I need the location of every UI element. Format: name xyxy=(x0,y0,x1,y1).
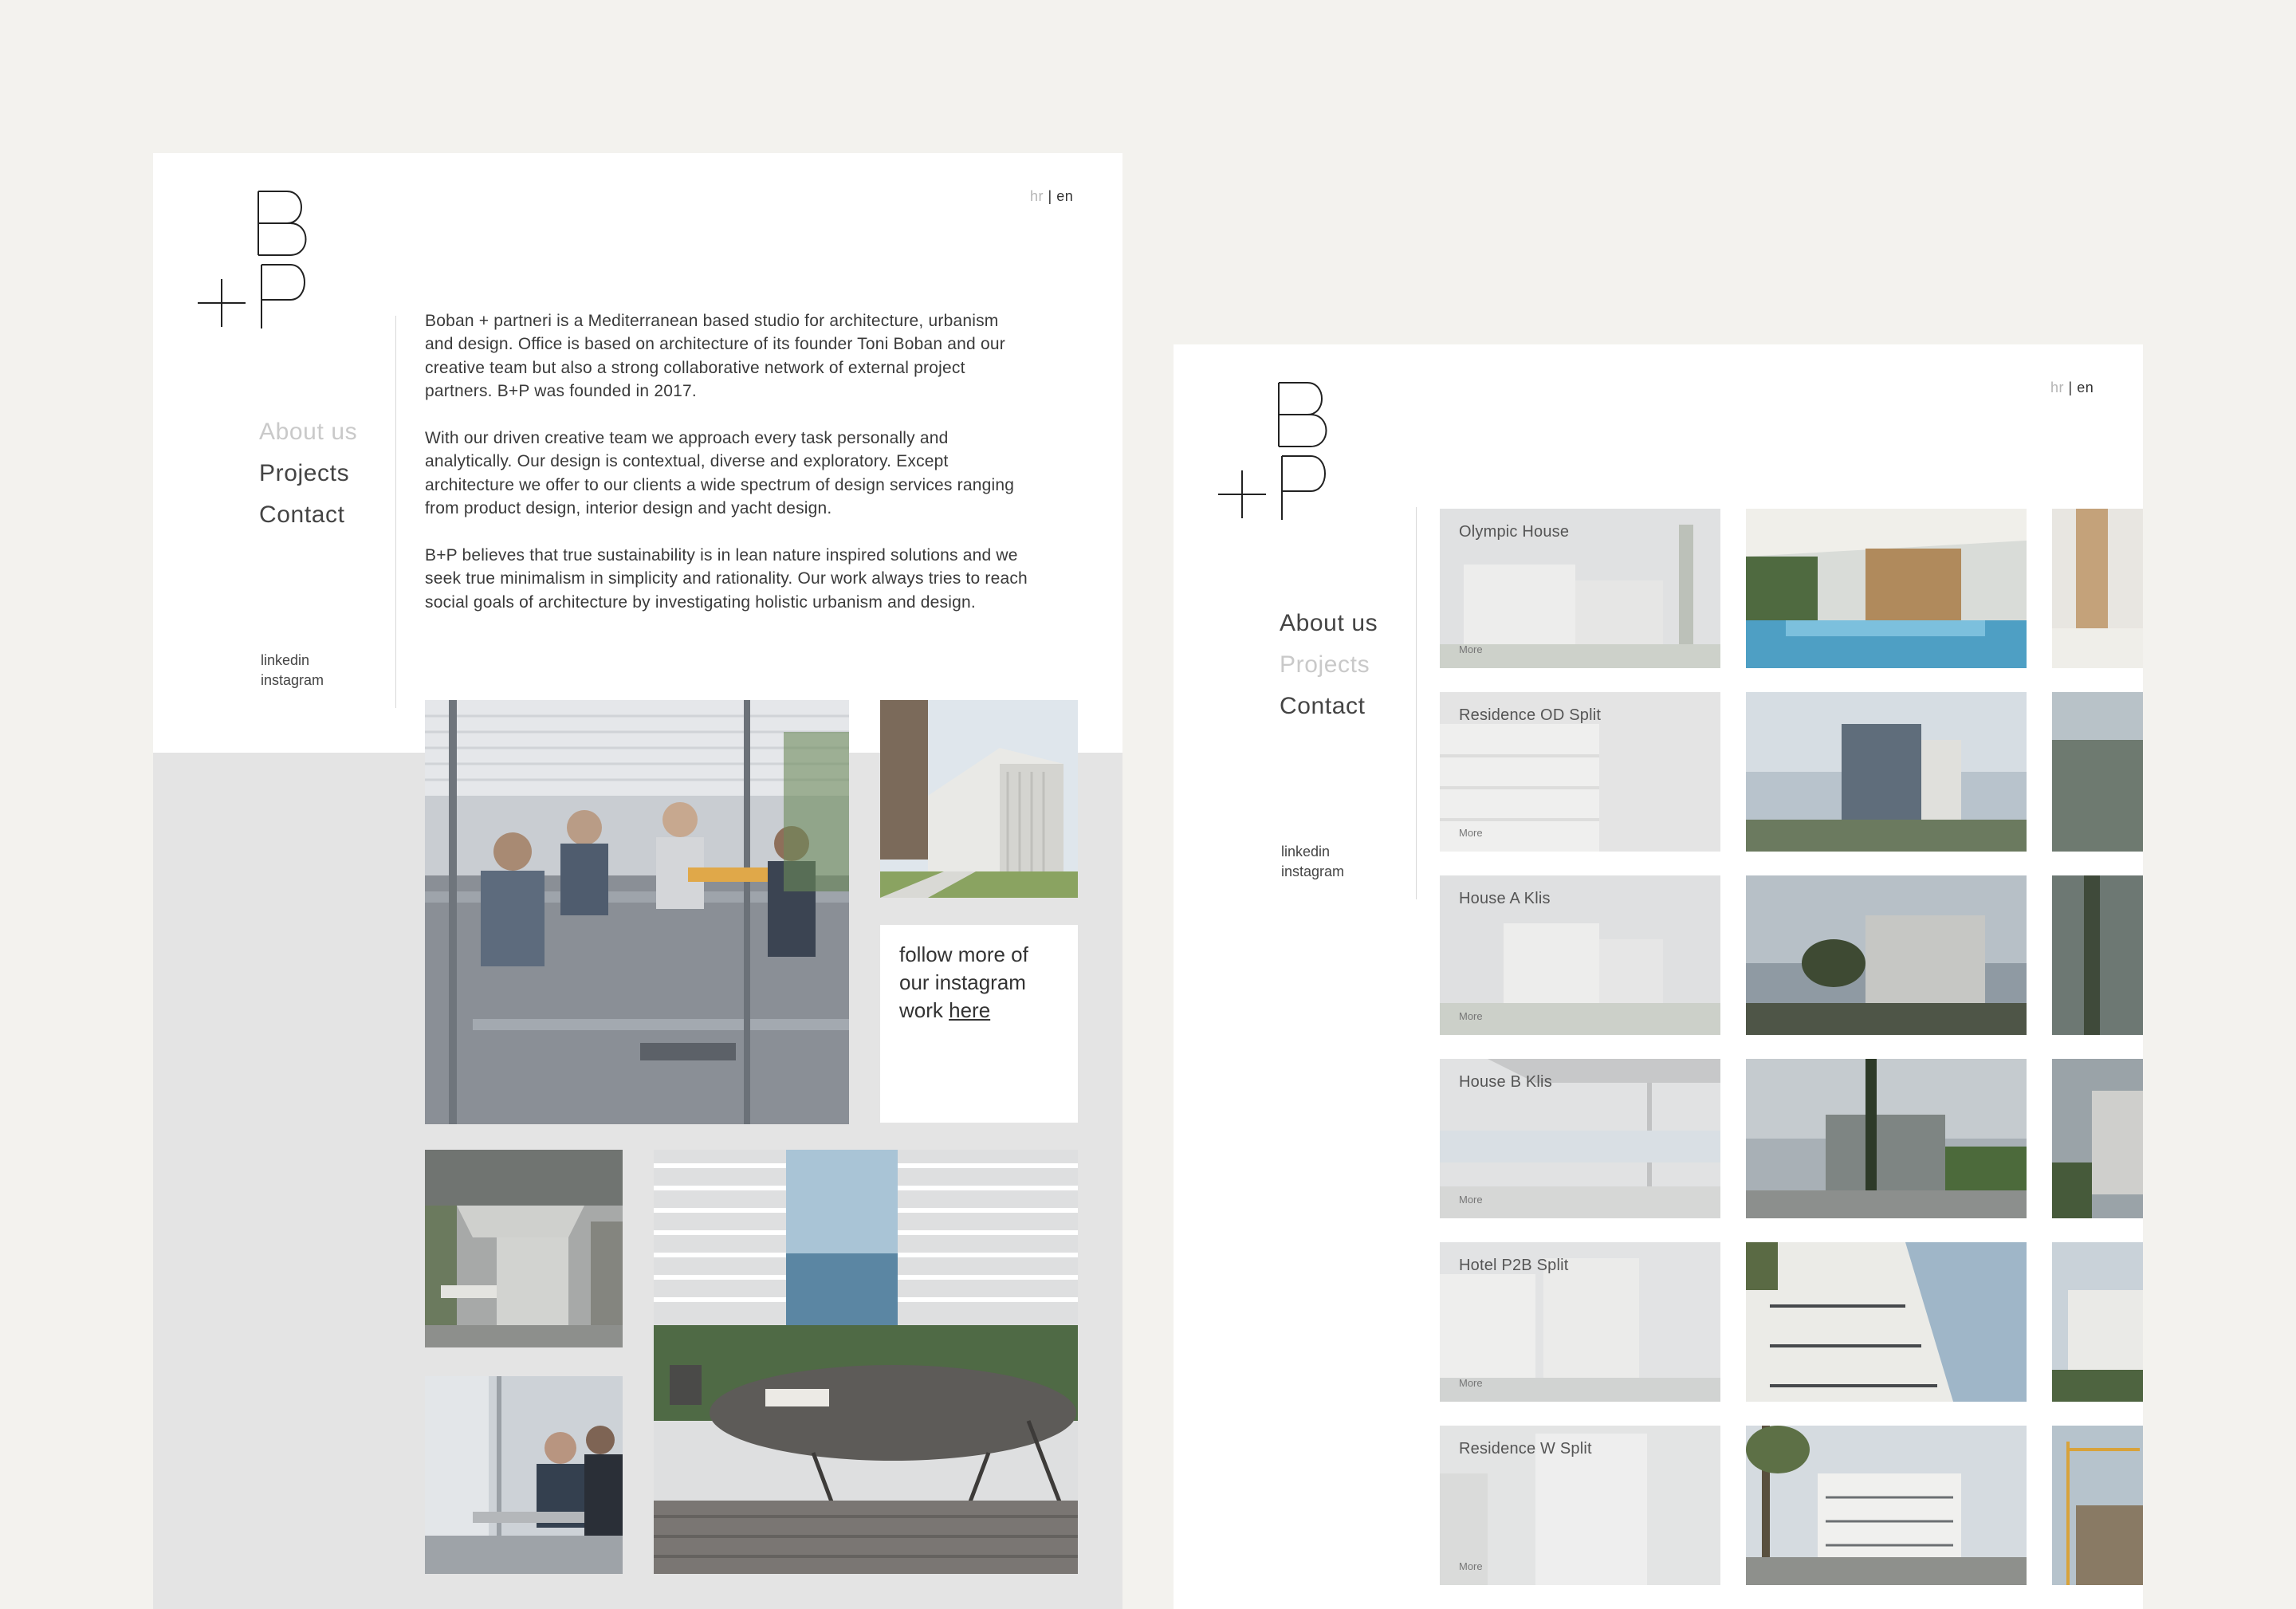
about-paragraph: With our driven creative team we approac… xyxy=(425,429,1015,518)
project-title: Residence W Split xyxy=(1459,1440,1592,1458)
linkedin-link[interactable]: linkedin xyxy=(261,651,324,671)
about-paragraph: B+P believes that true sustainability is… xyxy=(425,546,1028,612)
nav-projects[interactable]: Projects xyxy=(1280,644,1378,686)
nav-divider xyxy=(395,316,396,708)
project-image[interactable] xyxy=(2052,1426,2143,1585)
project-image[interactable] xyxy=(2052,1059,2143,1218)
instagram-link[interactable]: instagram xyxy=(1281,862,1344,882)
project-card[interactable]: Residence OD Split More xyxy=(1440,692,1720,852)
about-page-panel: hr | en About us Projects Contact linked… xyxy=(153,153,1122,1609)
project-image[interactable] xyxy=(2052,1242,2143,1402)
bp-logo[interactable] xyxy=(1218,380,1330,523)
project-card[interactable]: House B Klis More xyxy=(1440,1059,1720,1218)
instagram-follow-box: follow more of our instagram work here xyxy=(880,925,1078,1123)
project-image[interactable] xyxy=(2052,875,2143,1035)
interior-kitchen-photo xyxy=(425,1150,623,1347)
project-card[interactable]: Residence W Split More xyxy=(1440,1426,1720,1585)
project-image[interactable] xyxy=(1746,1059,2027,1218)
more-link[interactable]: More xyxy=(1459,1377,1483,1389)
project-image[interactable] xyxy=(1746,692,2027,852)
lang-hr-link[interactable]: hr xyxy=(2050,380,2064,395)
project-title: Residence OD Split xyxy=(1459,706,1602,724)
project-card[interactable]: House A Klis More xyxy=(1440,875,1720,1035)
main-nav: About us Projects Contact xyxy=(259,411,357,536)
more-link[interactable]: More xyxy=(1459,827,1483,839)
language-switcher: hr | en xyxy=(2050,380,2094,396)
instagram-link[interactable]: instagram xyxy=(261,671,324,690)
nav-divider xyxy=(1416,507,1417,899)
nav-projects[interactable]: Projects xyxy=(259,453,357,494)
lang-hr-link[interactable]: hr xyxy=(1030,188,1044,204)
project-image[interactable] xyxy=(1746,1426,2027,1585)
project-image[interactable] xyxy=(1746,1242,2027,1402)
project-card[interactable]: Hotel P2B Split More xyxy=(1440,1242,1720,1402)
project-title: House A Klis xyxy=(1459,890,1551,907)
social-links: linkedin instagram xyxy=(1281,842,1344,882)
projects-page-panel: hr | en About us Projects Contact linked… xyxy=(1174,344,2143,1609)
language-switcher: hr | en xyxy=(1030,188,1073,205)
nav-about-us[interactable]: About us xyxy=(259,411,357,453)
white-villa-photo xyxy=(880,700,1078,898)
lang-separator: | xyxy=(2064,380,2078,395)
project-title: House B Klis xyxy=(1459,1073,1552,1091)
lang-en-link[interactable]: en xyxy=(1056,188,1073,204)
project-title: Hotel P2B Split xyxy=(1459,1257,1569,1274)
main-nav: About us Projects Contact xyxy=(1280,603,1378,727)
team-meeting-photo xyxy=(425,700,849,1124)
about-paragraph: Boban + partneri is a Mediterranean base… xyxy=(425,312,1005,401)
team-working-photo xyxy=(425,1376,623,1574)
instagram-here-link[interactable]: here xyxy=(949,998,990,1022)
nav-contact[interactable]: Contact xyxy=(259,494,357,536)
bp-logo[interactable] xyxy=(198,188,309,332)
sea-view-table-photo xyxy=(654,1150,1078,1574)
more-link[interactable]: More xyxy=(1459,1010,1483,1022)
project-card[interactable]: Olympic House More xyxy=(1440,509,1720,668)
lang-en-link[interactable]: en xyxy=(2077,380,2094,395)
social-links: linkedin instagram xyxy=(261,651,324,690)
lang-separator: | xyxy=(1044,188,1057,204)
about-text: Boban + partneri is a Mediterranean base… xyxy=(425,309,1031,638)
project-image[interactable] xyxy=(1746,875,2027,1035)
project-title: Olympic House xyxy=(1459,523,1570,541)
nav-contact[interactable]: Contact xyxy=(1280,686,1378,727)
linkedin-link[interactable]: linkedin xyxy=(1281,842,1344,862)
project-image[interactable] xyxy=(2052,692,2143,852)
project-image[interactable] xyxy=(2052,509,2143,668)
project-image[interactable] xyxy=(1746,509,2027,668)
more-link[interactable]: More xyxy=(1459,1194,1483,1206)
more-link[interactable]: More xyxy=(1459,643,1483,655)
nav-about-us[interactable]: About us xyxy=(1280,603,1378,644)
more-link[interactable]: More xyxy=(1459,1560,1483,1572)
